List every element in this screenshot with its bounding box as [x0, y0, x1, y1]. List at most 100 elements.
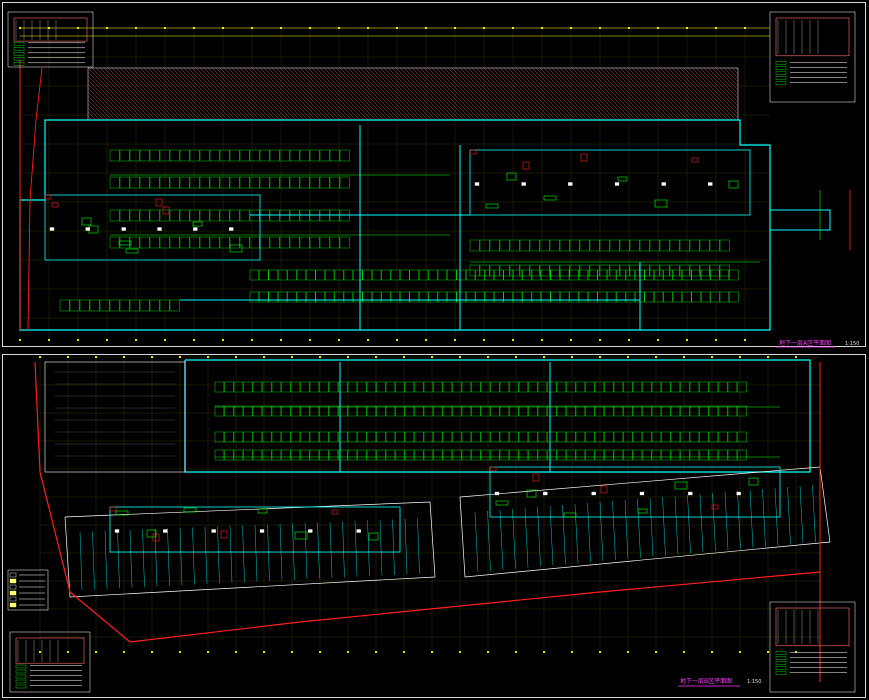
lower-parking-stall — [423, 405, 434, 417]
upper-floor-plan — [7, 11, 856, 348]
upper-parking-stall — [339, 236, 350, 249]
lower-skewed-grid — [712, 492, 716, 552]
lower-parking-stall — [214, 405, 225, 417]
upper-parking-stall — [499, 264, 510, 277]
upper-hatched-zone-hatch — [103, 67, 157, 121]
lower-parking-stall — [718, 381, 728, 393]
lower-parking-stall — [670, 381, 681, 393]
lower-parking-stall — [604, 405, 614, 417]
lower-sheet-scale: 1:150 — [747, 679, 762, 685]
lower-parking-stall — [357, 449, 367, 461]
lower-parking-stall — [642, 449, 652, 461]
upper-parking-stall — [99, 299, 110, 312]
lower-parking-stall — [423, 431, 434, 443]
upper-parking-stall — [249, 291, 260, 303]
lower-parking-stall — [594, 381, 605, 393]
upper-hatched-zone-hatch — [427, 67, 481, 121]
upper-parking-stall — [315, 291, 325, 303]
upper-hatched-zone-hatch — [579, 67, 633, 121]
lower-parking-stall — [547, 431, 557, 443]
lower-parking-stall — [699, 449, 709, 461]
lower-building-core-room — [637, 508, 648, 514]
lower-parking-stall — [509, 405, 519, 417]
lower-skewed-grid — [217, 526, 220, 584]
lower-parking-stall — [442, 381, 453, 393]
lower-parking-stall — [347, 405, 358, 417]
upper-sheet-title: 地下一层A区平面图 — [779, 340, 832, 347]
upper-hatched-zone-hatch — [539, 67, 593, 121]
lower-key-plan-legend-swatch — [15, 664, 27, 669]
upper-parking-stall — [139, 236, 150, 249]
upper-hatched-zone-hatch — [251, 67, 305, 121]
lower-axis-bubble — [402, 355, 406, 359]
lower-legend-swatch — [9, 596, 17, 602]
lower-parking-stall — [737, 449, 747, 461]
upper-parking-stall — [659, 239, 670, 252]
upper-parking-stall — [479, 239, 490, 252]
lower-parking-stall — [224, 449, 234, 461]
upper-parking-stall — [531, 291, 542, 303]
lower-parking-stall — [594, 431, 605, 443]
upper-parking-stall — [560, 291, 570, 303]
upper-hatched-zone-hatch — [219, 67, 273, 121]
upper-parking-stall — [109, 236, 120, 249]
upper-parking-stall — [219, 176, 230, 189]
upper-hatched-zone-hatch — [315, 67, 369, 121]
lower-axis-bubble — [654, 650, 658, 654]
upper-parking-stall — [109, 149, 120, 162]
lower-parking-stall — [528, 431, 538, 443]
upper-hatched-zone-hatch — [267, 67, 321, 121]
lower-building-core-outline — [489, 466, 781, 518]
upper-building-core-label — [157, 227, 162, 231]
upper-hatched-zone-hatch — [639, 67, 693, 121]
lower-parking-stall — [376, 381, 386, 393]
upper-hatched-zone-hatch — [575, 67, 629, 121]
lower-parking-stall — [613, 381, 624, 393]
upper-hatched-zone-hatch — [171, 67, 225, 121]
lower-parking-stall — [661, 449, 671, 461]
lower-parking-stall — [518, 449, 529, 461]
lower-skewed-grid — [749, 489, 754, 548]
lower-parking-stall — [718, 431, 728, 443]
lower-skewed-grid — [799, 485, 804, 544]
upper-parking-stall — [699, 264, 710, 277]
upper-hatched-zone-hatch — [463, 67, 517, 121]
lower-axis-bubble — [710, 355, 714, 359]
lower-parking-stall — [319, 405, 329, 417]
upper-hatched-zone-hatch — [491, 67, 545, 121]
upper-hatched-zone-hatch — [607, 67, 661, 121]
upper-hatched-zone-hatch — [647, 67, 701, 121]
lower-building-core-room — [109, 506, 117, 512]
upper-parking-stall — [109, 209, 120, 222]
upper-parking-stall — [522, 291, 532, 303]
upper-parking-stall — [381, 291, 391, 303]
lower-legend-swatch — [9, 584, 17, 590]
upper-building-core-label — [568, 182, 573, 186]
upper-hatched-zone-hatch — [139, 67, 193, 121]
lower-axis-bubble — [458, 355, 462, 359]
upper-hatched-zone-hatch — [447, 67, 501, 121]
upper-parking-stall — [353, 291, 363, 303]
lower-parking-stall — [556, 449, 567, 461]
upper-hatched-zone-hatch — [735, 67, 739, 71]
lower-parking-stall — [670, 405, 681, 417]
upper-hatched-zone-hatch — [595, 67, 649, 121]
lower-parking-stall — [423, 449, 434, 461]
upper-parking-stall — [189, 209, 200, 222]
lower-axis-bubble — [654, 355, 658, 359]
lower-parking-stall — [613, 431, 624, 443]
lower-skewed-grid — [367, 520, 370, 577]
upper-parking-stall — [209, 176, 220, 189]
upper-hatched-zone-hatch — [279, 67, 333, 121]
lower-building-core-label — [163, 529, 168, 533]
lower-axis-bubble — [38, 650, 42, 654]
lower-parking-stall — [347, 449, 358, 461]
lower-parking-stall — [471, 381, 481, 393]
upper-parking-stall — [475, 291, 485, 303]
upper-parking-stall — [519, 264, 530, 277]
upper-hatched-zone-hatch — [715, 67, 739, 91]
lower-parking-stall — [699, 431, 709, 443]
lower-parking-stall — [547, 449, 557, 461]
upper-hatched-zone-hatch — [667, 67, 721, 121]
upper-key-plan-legend-swatch — [775, 81, 787, 85]
